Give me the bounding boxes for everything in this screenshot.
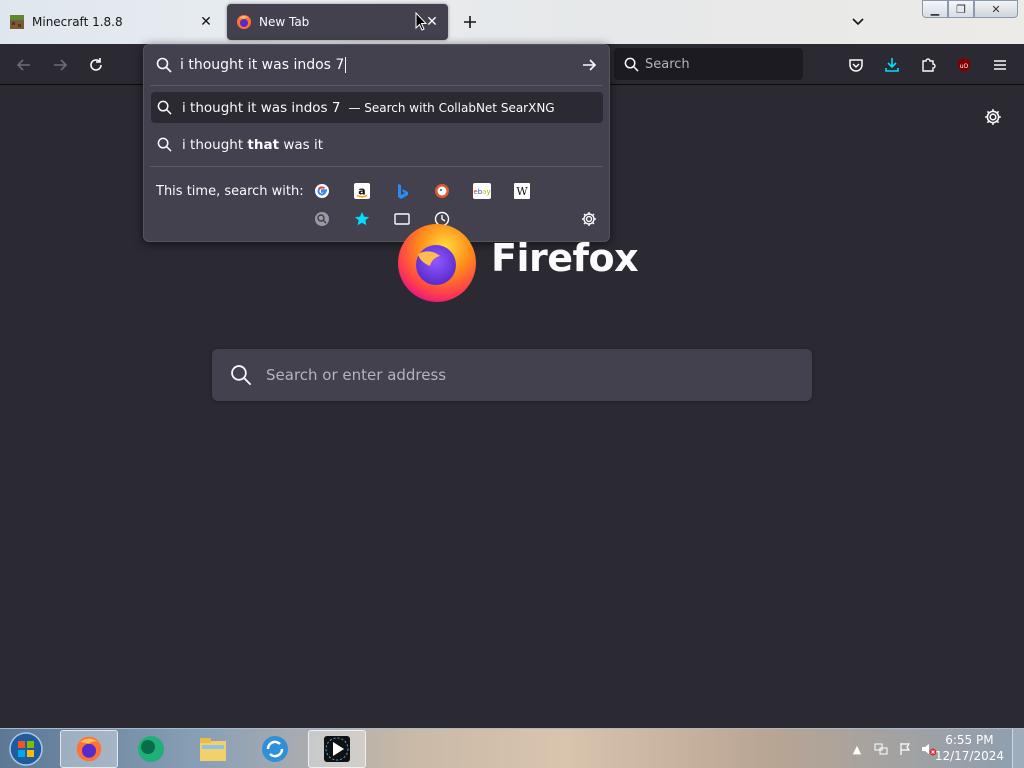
taskbar-sync-app[interactable] <box>246 730 304 768</box>
reload-icon <box>90 58 102 71</box>
windows-orb-icon <box>9 732 43 766</box>
sync-icon <box>262 736 288 762</box>
back-arrow-icon <box>16 59 30 71</box>
search-icon <box>157 137 172 152</box>
go-button[interactable] <box>579 55 599 75</box>
ublock-origin-button[interactable]: uO <box>951 52 977 78</box>
taskbar-firefox[interactable] <box>60 730 118 768</box>
ntp-search-box[interactable]: Search or enter address <box>212 349 812 401</box>
action-center-flag-icon[interactable] <box>896 740 914 758</box>
ntp-search-placeholder: Search or enter address <box>266 366 447 384</box>
taskbar-file-explorer[interactable] <box>184 730 242 768</box>
urlbar-dropdown: i thought it was indos 7 i thought it wa… <box>143 44 610 242</box>
duckduckgo-icon[interactable] <box>431 180 453 202</box>
suggestion-text: i thought that was it <box>182 136 324 153</box>
clock-date: 12/17/2024 <box>934 749 1004 763</box>
show-hidden-icons-icon[interactable]: ▲ <box>848 740 866 758</box>
ebay-icon[interactable]: ebay <box>471 180 493 202</box>
reload-button[interactable] <box>83 52 109 78</box>
firefox-wordmark: Firefox <box>491 236 639 280</box>
search-bar[interactable]: Search <box>614 48 803 80</box>
search-settings-gear-icon[interactable] <box>578 208 600 230</box>
one-off-search-label: This time, search with: <box>156 184 304 199</box>
forward-button[interactable] <box>47 52 73 78</box>
chevron-down-icon <box>852 18 864 26</box>
tab-title: Minecraft 1.8.8 <box>32 15 123 29</box>
puzzle-piece-icon <box>922 58 936 72</box>
close-window-button[interactable]: ✕ <box>974 0 1018 18</box>
minecraft-block-icon <box>9 14 25 30</box>
extensions-button[interactable] <box>915 52 941 78</box>
downloads-button[interactable] <box>879 52 905 78</box>
arrow-right-icon <box>583 59 597 71</box>
url-input[interactable]: i thought it was indos 7 <box>144 45 609 85</box>
search-icon <box>157 100 172 115</box>
list-all-tabs-button[interactable] <box>846 10 870 34</box>
close-icon[interactable]: ✕ <box>196 12 216 32</box>
search-suggestion-row[interactable]: i thought that was it <box>151 129 603 160</box>
search-icon <box>231 365 252 386</box>
minimize-button[interactable]: ▁ <box>922 0 948 18</box>
app-green-icon <box>138 736 164 762</box>
pocket-icon <box>849 59 863 72</box>
suggestion-action: — Search with CollabNet SearXNG <box>348 100 555 115</box>
tab-minecraft[interactable]: Minecraft 1.8.8 ✕ <box>0 4 222 40</box>
clock-time: 6:55 PM <box>945 733 994 747</box>
media-player-icon <box>324 736 350 762</box>
search-icon <box>156 57 172 73</box>
amazon-icon[interactable]: a <box>351 180 373 202</box>
show-desktop-button[interactable] <box>1012 729 1024 768</box>
taskbar-app-green[interactable] <box>122 730 180 768</box>
firefox-icon <box>236 14 252 30</box>
pocket-button[interactable] <box>843 52 869 78</box>
divider <box>150 85 603 86</box>
search-icon <box>624 57 639 72</box>
windows-taskbar: ▲ 6:55 PM 12/17/2024 <box>0 728 1024 768</box>
firefox-icon <box>76 736 102 762</box>
maximize-button[interactable]: ❐ <box>948 0 974 18</box>
download-icon <box>885 58 899 72</box>
search-bar-placeholder: Search <box>645 56 690 72</box>
mouse-cursor-icon <box>415 12 427 31</box>
ntp-settings-button[interactable] <box>980 104 1006 130</box>
svg-text:W: W <box>516 185 528 198</box>
ublock-shield-icon: uO <box>958 58 970 72</box>
tab-strip: Minecraft 1.8.8 ✕ New Tab ✕ ▁ ❐ ✕ <box>0 0 1024 44</box>
searxng-icon[interactable] <box>311 208 333 230</box>
divider <box>150 166 603 167</box>
search-suggestion-row[interactable]: i thought it was indos 7 — Search with C… <box>151 92 603 123</box>
back-button[interactable] <box>11 52 37 78</box>
window-controls: ▁ ❐ ✕ <box>922 0 1018 18</box>
start-button[interactable] <box>4 730 48 768</box>
new-tab-button[interactable] <box>458 10 482 34</box>
url-input-text: i thought it was indos 7 <box>180 57 347 73</box>
gear-icon <box>985 109 1001 125</box>
tab-title: New Tab <box>259 15 310 29</box>
app-menu-button[interactable] <box>987 52 1013 78</box>
google-icon[interactable] <box>311 180 333 202</box>
file-explorer-icon <box>200 738 226 761</box>
bookmarks-star-icon[interactable] <box>351 208 373 230</box>
taskbar-clock[interactable]: 6:55 PM 12/17/2024 <box>935 732 1004 764</box>
wikipedia-icon[interactable]: W <box>511 180 533 202</box>
svg-text:uO: uO <box>960 63 969 70</box>
network-icon[interactable] <box>872 740 890 758</box>
svg-text:ebay: ebay <box>473 188 490 196</box>
forward-arrow-icon <box>54 59 68 71</box>
bing-icon[interactable] <box>391 180 413 202</box>
suggestion-text: i thought it was indos 7 <box>182 99 341 116</box>
taskbar-media-player[interactable] <box>308 730 366 768</box>
firefox-logo-icon <box>398 224 476 302</box>
svg-text:a: a <box>358 185 365 198</box>
hamburger-menu-icon <box>994 60 1006 70</box>
